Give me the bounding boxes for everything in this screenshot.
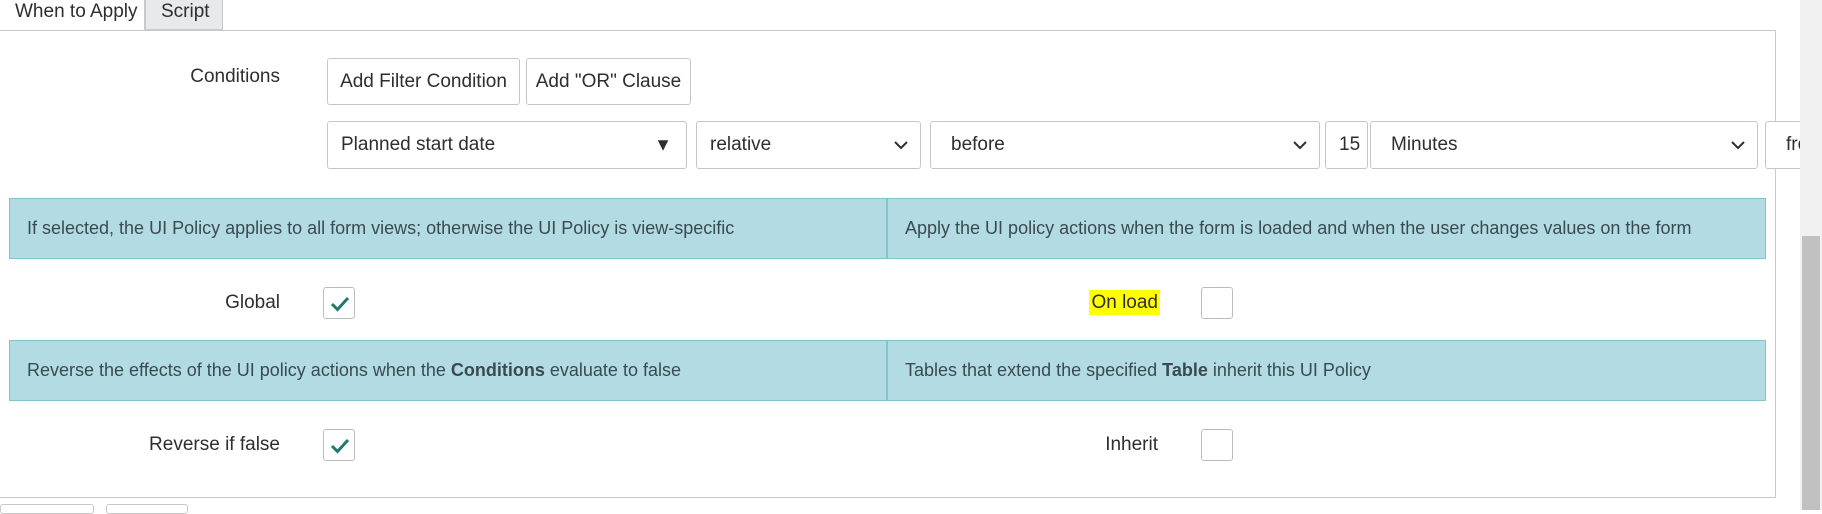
onload-checkbox[interactable]	[1201, 287, 1233, 319]
scrollbar-thumb[interactable]	[1802, 236, 1820, 510]
add-or-clause-button[interactable]: Add "OR" Clause	[526, 58, 691, 105]
condition-direction-select[interactable]: before	[930, 121, 1320, 169]
condition-operator-select[interactable]: relative	[696, 121, 921, 169]
global-label: Global	[225, 292, 280, 313]
condition-unit-select[interactable]: Minutes	[1370, 121, 1758, 169]
onload-label: On load	[1089, 290, 1160, 315]
onload-label-wrap: On load	[1000, 290, 1160, 315]
condition-direction-value: before	[951, 134, 1005, 155]
condition-operator-value: relative	[710, 134, 772, 155]
bottom-button-stub[interactable]	[0, 504, 94, 514]
inherit-info-box: Tables that extend the specified Table i…	[887, 340, 1766, 401]
condition-quantity-input[interactable]: 15	[1325, 121, 1368, 169]
onload-info-text: Apply the UI policy actions when the for…	[905, 218, 1692, 238]
reverse-info-box: Reverse the effects of the UI policy act…	[9, 340, 887, 401]
condition-field-value: Planned start date	[341, 134, 496, 155]
condition-quantity-value: 15	[1339, 134, 1361, 155]
conditions-label: Conditions	[190, 66, 280, 87]
onload-info-box: Apply the UI policy actions when the for…	[887, 198, 1766, 259]
condition-trailing-value: from	[1786, 134, 1800, 155]
global-info-box: If selected, the UI Policy applies to al…	[9, 198, 887, 259]
inherit-checkbox[interactable]	[1201, 429, 1233, 461]
triangle-down-icon: ▼	[654, 134, 672, 155]
chevron-down-icon	[1731, 141, 1745, 150]
reverse-label: Reverse if false	[149, 434, 280, 455]
checkmark-icon	[330, 296, 350, 312]
checkmark-icon	[330, 438, 350, 454]
tab-script[interactable]: Script	[145, 0, 223, 30]
inherit-info-text: Tables that extend the specified Table i…	[905, 360, 1371, 380]
condition-trailing-select[interactable]: from	[1765, 121, 1800, 169]
global-info-text: If selected, the UI Policy applies to al…	[27, 218, 735, 238]
tab-when-to-apply[interactable]: When to Apply	[0, 0, 145, 30]
chevron-down-icon	[1293, 141, 1307, 150]
global-checkbox[interactable]	[323, 287, 355, 319]
inherit-label: Inherit	[1105, 434, 1158, 455]
reverse-checkbox[interactable]	[323, 429, 355, 461]
condition-unit-value: Minutes	[1391, 134, 1458, 155]
condition-field-select[interactable]: Planned start date ▼	[327, 121, 687, 169]
reverse-info-text: Reverse the effects of the UI policy act…	[27, 360, 681, 380]
chevron-down-icon	[894, 141, 908, 150]
add-filter-condition-button[interactable]: Add Filter Condition	[327, 58, 520, 105]
when-to-apply-panel	[0, 30, 1776, 498]
bottom-button-stub[interactable]	[106, 504, 188, 514]
